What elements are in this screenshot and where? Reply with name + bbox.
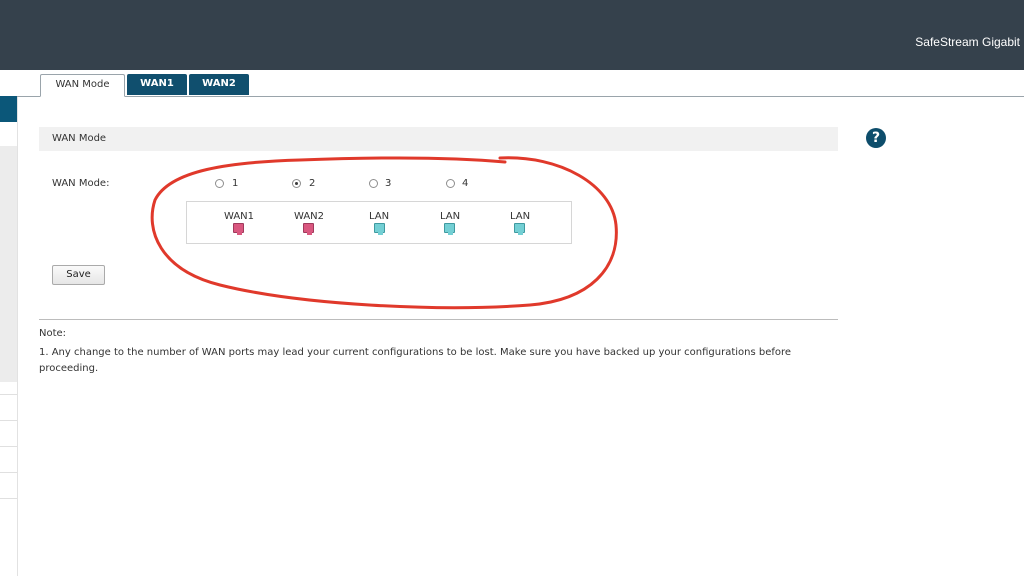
radio-wan-mode-2[interactable] [292,179,301,188]
sidebar-divider [0,472,17,473]
sidebar-submenu[interactable] [0,146,17,382]
port-label: LAN [439,211,461,222]
radio-label-1: 1 [232,178,239,189]
port-label: LAN [509,211,531,222]
tab-wan2[interactable]: WAN2 [189,74,249,95]
radio-wan-mode-4[interactable] [446,179,455,188]
radio-label-2: 2 [309,178,316,189]
wan-port-icon [233,223,244,235]
sidebar-divider [0,498,17,499]
sidebar-divider [0,446,17,447]
radio-label-4: 4 [462,178,469,189]
tab-wan-mode[interactable]: WAN Mode [40,74,125,97]
port-label: LAN [368,211,390,222]
sidebar-divider [0,420,17,421]
note-title: Note: [39,328,67,339]
sidebar [0,96,18,576]
lan-port-icon [444,223,455,235]
wan-port-icon [303,223,314,235]
top-header-bar: SafeStream Gigabit [0,0,1024,70]
lan-port-icon [374,223,385,235]
sidebar-active-item[interactable] [0,96,17,122]
wan-mode-label: WAN Mode: [52,178,110,189]
save-button[interactable]: Save [52,265,105,285]
note-text: 1. Any change to the number of WAN ports… [39,347,792,374]
radio-label-3: 3 [385,178,392,189]
section-header: WAN Mode [39,127,838,151]
sidebar-divider [0,394,17,395]
question-circle-icon[interactable]: ? [866,128,886,148]
divider [39,319,838,320]
radio-wan-mode-3[interactable] [369,179,378,188]
tab-wan1[interactable]: WAN1 [127,74,187,95]
radio-wan-mode-1[interactable] [215,179,224,188]
tab-bar: WAN Mode WAN1 WAN2 [17,70,1024,97]
brand-title: SafeStream Gigabit [915,35,1020,49]
port-label: WAN2 [293,211,325,222]
lan-port-icon [514,223,525,235]
port-label: WAN1 [223,211,255,222]
